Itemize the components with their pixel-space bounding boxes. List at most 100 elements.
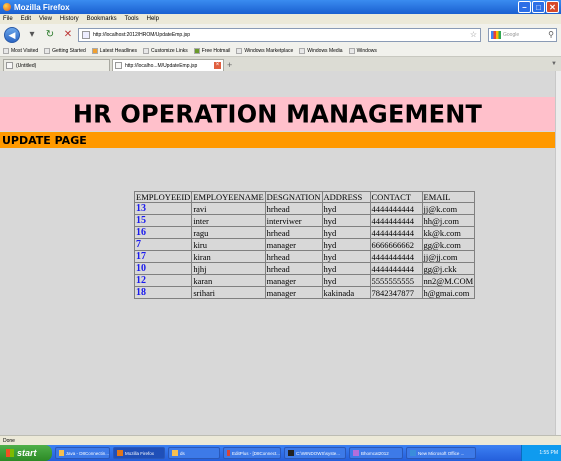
employee-id-link[interactable]: 7: [133, 238, 193, 251]
table-cell: manager: [264, 274, 323, 287]
bookmark-free-hotmail[interactable]: Free Hotmail: [193, 48, 231, 54]
bookmarks-toolbar: Most Visited Getting Started Latest Head…: [0, 46, 561, 57]
menu-view[interactable]: View: [39, 16, 52, 22]
taskbar-item-office[interactable]: New Microsoft Office ...: [406, 447, 476, 459]
menu-bookmarks[interactable]: Bookmarks: [87, 16, 117, 22]
start-label: start: [17, 448, 37, 458]
employee-id-link[interactable]: 15: [133, 214, 193, 227]
table-row: 13 ravi hrhead hyd 4444444444 jj@k.com: [133, 202, 476, 215]
menu-file[interactable]: File: [3, 16, 13, 22]
table-cell: srihari: [191, 286, 266, 299]
employee-id-link[interactable]: 18: [133, 286, 193, 299]
table-row: 17 kiran hrhead hyd 4444444444 jj@jj.com: [133, 250, 476, 263]
table-cell: hyd: [321, 226, 371, 239]
close-window-button[interactable]: ✕: [546, 1, 559, 13]
search-box[interactable]: Google ⚲: [488, 28, 557, 42]
bookmark-icon: [143, 48, 150, 54]
table-row: 18 srihari manager kakinada 7842347877 h…: [133, 286, 476, 299]
table-cell: jj@jj.com: [421, 250, 476, 263]
tab-list-dropdown-icon[interactable]: ▼: [551, 61, 557, 67]
bookmark-icon: [299, 48, 306, 54]
bookmark-customize-links[interactable]: Customize Links: [143, 48, 188, 54]
window-controls: – □ ✕: [518, 1, 559, 13]
table-cell: hjhj: [191, 262, 266, 275]
table-cell: kiran: [191, 250, 266, 263]
table-row: 10 hjhj hrhead hyd 4444444444 gg@j.ckk: [133, 262, 476, 275]
taskbar-item-label: New Microsoft Office ...: [418, 450, 465, 456]
bookmark-label: Free Hotmail: [201, 48, 231, 54]
window-titlebar: Mozilla Firefox – □ ✕: [0, 0, 561, 14]
table-cell: 5555555555: [369, 274, 423, 287]
bookmark-label: Windows Media: [307, 48, 343, 54]
table-cell: kakinada: [321, 286, 371, 299]
bookmark-most-visited[interactable]: Most Visited: [3, 48, 38, 54]
taskbar-item-tomcat[interactable]: Bhomcat2012: [349, 447, 403, 459]
employee-id-link[interactable]: 12: [133, 274, 193, 287]
minimize-button[interactable]: –: [518, 1, 531, 13]
console-icon: [288, 450, 294, 456]
navigation-toolbar: ◀ ▾ ↻ ✕ ⌂ http://localhost:2012/HROM/Upd…: [0, 24, 561, 46]
app-icon: [353, 450, 359, 456]
reload-icon[interactable]: ↻: [44, 29, 56, 41]
table-cell: 4444444444: [369, 214, 423, 227]
tab-page-icon: [115, 62, 122, 69]
taskbar-item-editplus[interactable]: EditPlus - [D8Connect...: [223, 447, 281, 459]
new-tab-button[interactable]: +: [227, 60, 232, 70]
firefox-icon: [3, 3, 11, 11]
employee-id-link[interactable]: 16: [133, 226, 193, 239]
forward-dropdown-icon[interactable]: ▾: [26, 29, 38, 41]
employee-id-link[interactable]: 13: [133, 202, 193, 215]
column-header: DESGNATION: [264, 191, 323, 203]
menu-help[interactable]: Help: [147, 16, 159, 22]
bookmark-label: Latest Headlines: [99, 48, 138, 54]
tab-close-icon[interactable]: ×: [214, 62, 221, 69]
table-cell: interviwer: [264, 214, 323, 227]
table-cell: 4444444444: [369, 226, 423, 239]
employee-id-link[interactable]: 10: [133, 262, 193, 275]
table-cell: nn2@M.COM: [421, 274, 476, 287]
back-button[interactable]: ◀: [4, 27, 20, 43]
bookmark-getting-started[interactable]: Getting Started: [44, 48, 86, 54]
vertical-scrollbar[interactable]: [555, 71, 561, 435]
bookmark-star-icon[interactable]: ☆: [470, 30, 477, 39]
table-cell: 7842347877: [369, 286, 423, 299]
taskbar-item-label: EditPlus - [D8Connect...: [231, 450, 280, 456]
taskbar-item-cmd[interactable]: C:\WINDOWS\syste...: [284, 447, 346, 459]
table-row: 15 inter interviwer hyd 4444444444 hh@j.…: [133, 214, 476, 227]
windows-taskbar: start Java - D8Connectin... Mozilla Fire…: [0, 445, 561, 461]
bookmark-label: Most Visited: [11, 48, 39, 54]
clock: 1:55 PM: [539, 450, 558, 456]
taskbar-item-label: Java - D8Connectin...: [65, 450, 109, 456]
windows-logo-icon: [6, 449, 14, 457]
taskbar-item-java[interactable]: Java - D8Connectin...: [55, 447, 110, 459]
table-cell: manager: [264, 286, 323, 299]
bookmark-label: Windows Marketplace: [244, 48, 294, 54]
column-header: ADDRESS: [321, 191, 371, 203]
menu-edit[interactable]: Edit: [21, 16, 31, 22]
menu-history[interactable]: History: [60, 16, 79, 22]
table-row: 12 karan manager hyd 5555555555 nn2@M.CO…: [133, 274, 476, 287]
tab-untitled[interactable]: (Untitled): [3, 59, 110, 71]
taskbar-item-firefox[interactable]: Mozilla Firefox: [113, 447, 165, 459]
taskbar-item-ds[interactable]: ds: [168, 447, 220, 459]
taskbar-item-label: ds: [180, 450, 185, 456]
maximize-button[interactable]: □: [532, 1, 545, 13]
table-cell: kiru: [191, 238, 266, 251]
address-bar[interactable]: http://localhost:2012/HROM/UpdateEmp.jsp…: [78, 28, 481, 42]
bookmark-latest-headlines[interactable]: Latest Headlines: [91, 48, 138, 54]
system-tray: 1:55 PM: [521, 445, 561, 461]
table-cell: hyd: [321, 274, 371, 287]
table-cell: inter: [191, 214, 266, 227]
search-icon[interactable]: ⚲: [548, 30, 554, 39]
menu-tools[interactable]: Tools: [125, 16, 139, 22]
start-button[interactable]: start: [0, 445, 52, 461]
window-title: Mozilla Firefox: [14, 2, 70, 12]
column-header: CONTACT: [369, 191, 423, 203]
bookmark-windows[interactable]: Windows: [348, 48, 377, 54]
bookmark-windows-marketplace[interactable]: Windows Marketplace: [236, 48, 293, 54]
employee-id-link[interactable]: 17: [133, 250, 193, 263]
employee-table: EMPLOYEEID EMPLOYEENAME DESGNATION ADDRE…: [133, 191, 476, 299]
tab-update-emp[interactable]: http://localho...M/UpdateEmp.jsp ×: [112, 59, 224, 71]
bookmark-windows-media[interactable]: Windows Media: [299, 48, 343, 54]
stop-icon[interactable]: ✕: [62, 29, 74, 41]
